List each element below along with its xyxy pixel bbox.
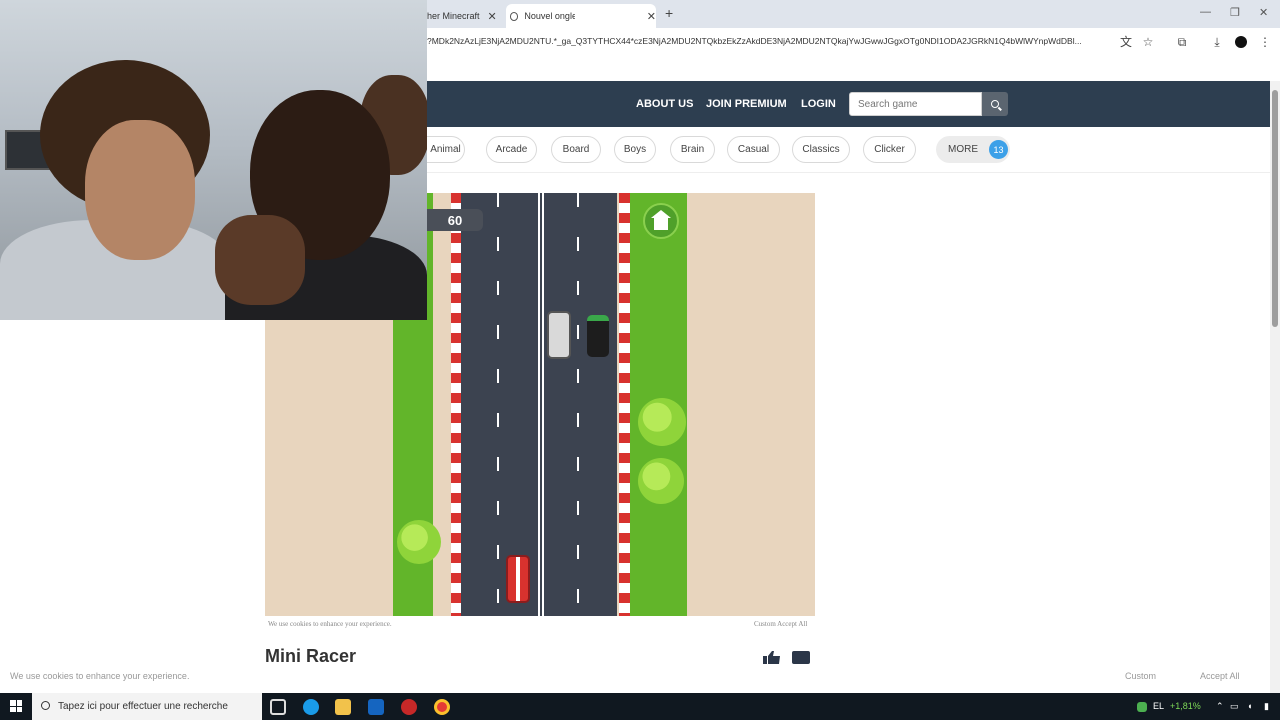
nav-about-us[interactable]: ABOUT US	[636, 98, 693, 110]
category-casual[interactable]: Casual	[727, 136, 780, 163]
traffic-car	[587, 315, 609, 357]
close-icon[interactable]: ✕	[488, 10, 497, 23]
cookie-custom-button[interactable]: Custom	[1125, 671, 1156, 681]
task-view-icon[interactable]	[270, 699, 286, 715]
home-icon	[651, 210, 671, 230]
close-icon[interactable]: ✕	[647, 10, 656, 23]
search-icon	[991, 100, 999, 108]
new-tab-icon[interactable]: +	[665, 5, 673, 21]
app-icon[interactable]	[401, 699, 417, 715]
webcam-overlay	[0, 0, 427, 320]
bookmark-star-icon[interactable]: ☆	[1141, 35, 1155, 49]
report-flag-icon[interactable]	[792, 651, 810, 664]
taskbar-search-input[interactable]: Tapez ici pour effectuer une recherche	[32, 693, 262, 720]
category-clicker[interactable]: Clicker	[863, 136, 916, 163]
chrome-icon[interactable]	[434, 699, 450, 715]
tray-language[interactable]: EL	[1153, 701, 1164, 711]
nav-login[interactable]: LOGIN	[801, 98, 836, 110]
bush-icon	[638, 458, 684, 504]
bush-icon	[638, 398, 686, 446]
person-right-hands	[215, 215, 305, 305]
page-title: Mini Racer	[265, 646, 357, 666]
home-button[interactable]	[643, 203, 679, 239]
stock-icon	[1137, 702, 1147, 712]
profile-avatar[interactable]	[1235, 36, 1247, 48]
more-label: MORE	[948, 144, 978, 155]
lane-marking	[577, 193, 579, 616]
tab-minecraft[interactable]: her Minecraft ✕	[427, 4, 497, 28]
more-count-badge: 13	[989, 140, 1008, 159]
restore-icon[interactable]: ❐	[1230, 6, 1240, 19]
center-line	[538, 193, 544, 616]
game-cookie-actions[interactable]: Custom Accept All	[754, 620, 807, 628]
cookie-banner-text: We use cookies to enhance your experienc…	[10, 671, 190, 681]
download-icon[interactable]: ⤓	[1210, 35, 1224, 49]
minimize-icon[interactable]: —	[1200, 6, 1211, 18]
category-classics[interactable]: Classics	[792, 136, 850, 163]
battery-icon[interactable]: ▮	[1264, 701, 1269, 712]
search-input[interactable]: Search game	[849, 92, 982, 116]
search-icon	[41, 701, 50, 710]
game-cookie-notice: We use cookies to enhance your experienc…	[268, 620, 392, 628]
taskbar-search-placeholder: Tapez ici pour effectuer une recherche	[58, 701, 228, 712]
translate-icon[interactable]: 文	[1119, 35, 1133, 49]
tab-title: Nouvel onglet	[524, 11, 575, 21]
thumbs-up-icon[interactable]	[763, 650, 781, 664]
person-left-face	[85, 120, 195, 260]
category-arcade[interactable]: Arcade	[486, 136, 537, 163]
menu-kebab-icon[interactable]: ⋮	[1258, 35, 1272, 49]
url-field[interactable]: ?MDk2NzAzLjE3NjA2MDU2NTU.*_ga_Q3TYTHCX44…	[427, 36, 1112, 46]
close-window-icon[interactable]: ✕	[1259, 6, 1268, 19]
search-button[interactable]	[982, 92, 1008, 116]
network-icon[interactable]: ▭	[1230, 701, 1239, 712]
globe-icon	[510, 11, 519, 21]
edge-icon[interactable]	[303, 699, 319, 715]
more-categories-button[interactable]: MORE 13	[936, 136, 1010, 163]
cookie-accept-all-button[interactable]: Accept All	[1200, 671, 1240, 681]
category-brain[interactable]: Brain	[670, 136, 715, 163]
tray-stock-change[interactable]: +1,81%	[1170, 701, 1201, 711]
tab-new-tab[interactable]: Nouvel onglet ✕	[506, 4, 656, 28]
extensions-icon[interactable]: ⧉	[1175, 35, 1189, 49]
bush-icon	[397, 520, 441, 564]
curb-right	[619, 193, 630, 616]
lane-marking	[497, 193, 499, 616]
windows-start-icon[interactable]	[10, 700, 22, 712]
category-boys[interactable]: Boys	[614, 136, 656, 163]
traffic-van	[547, 311, 571, 359]
tray-chevron-up-icon[interactable]: ⌃	[1216, 701, 1224, 712]
category-animal[interactable]: Animal	[427, 136, 465, 163]
scrollbar-thumb[interactable]	[1272, 90, 1278, 327]
file-explorer-icon[interactable]	[335, 699, 351, 715]
tab-title: her Minecraft	[427, 11, 480, 21]
player-car	[506, 555, 530, 603]
outlook-icon[interactable]	[368, 699, 384, 715]
speaker-icon[interactable]: ◖	[1247, 701, 1252, 711]
score-display: 60	[427, 209, 483, 231]
category-board[interactable]: Board	[551, 136, 601, 163]
nav-join-premium[interactable]: JOIN PREMIUM	[706, 98, 787, 110]
